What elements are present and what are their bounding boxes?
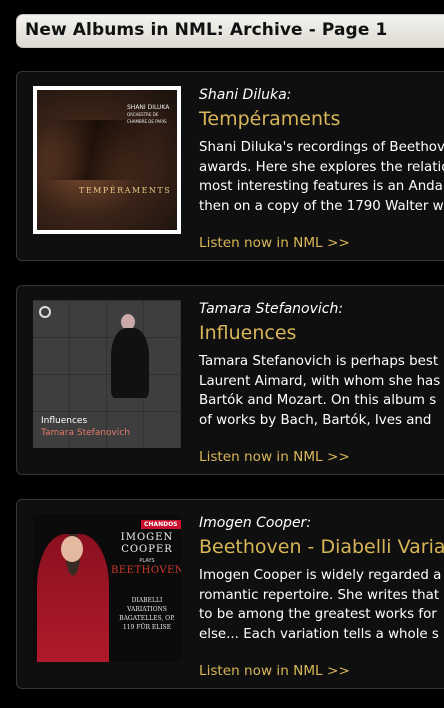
album-cover[interactable]: SHANI DILUKA ORCHESTRE DE CHAMBRE DE PARI… (33, 86, 181, 234)
album-artist: Shani Diluka: (199, 87, 292, 103)
cover-art (37, 120, 177, 180)
album-title[interactable]: Influences (199, 322, 296, 344)
label-logo: CHANDOS (141, 520, 181, 529)
cover-album-title: TEMPÉRAMENTS (79, 186, 172, 195)
cover-artist-name: IMOGEN COOPER (120, 532, 174, 555)
album-card: Influences Tamara Stefanovich Tamara Ste… (16, 285, 444, 475)
description-line: of works by Bach, Bartók, Ives and (199, 412, 432, 428)
description-line: Tamara Stefanovich is perhaps best (199, 354, 439, 369)
cover-artist-name: Tamara Stefanovich (41, 428, 131, 438)
listen-now-link[interactable]: Listen now in NML >> (199, 663, 350, 679)
description-line: Laurent Aimard, with whom she has (199, 373, 441, 389)
album-title[interactable]: Tempéraments (199, 108, 340, 130)
album-description: Imogen Cooper is widely regarded a roman… (199, 566, 444, 644)
album-card: SHANI DILUKA ORCHESTRE DE CHAMBRE DE PARI… (16, 71, 444, 261)
description-line: Bartók and Mozart. On this album s (199, 393, 437, 408)
album-card: CHANDOS IMOGEN COOPER PLAYS BEETHOVEN DIA… (16, 499, 444, 689)
album-description: Tamara Stefanovich is perhaps best Laure… (199, 352, 444, 430)
page-title: New Albums in NML: Archive - Page 1 (25, 20, 388, 40)
description-line: to be among the greatest works for (199, 607, 437, 622)
description-line: romantic repertoire. She writes that (199, 587, 440, 603)
description-line: awards. Here she explores the relation (199, 159, 444, 175)
page-header: New Albums in NML: Archive - Page 1 (16, 14, 444, 48)
cover-plays: PLAYS (139, 558, 155, 564)
description-line: Shani Diluka's recordings of Beethoven (199, 140, 444, 155)
description-line: then on a copy of the 1790 Walter w (199, 198, 444, 214)
cover-album-title: Influences (41, 416, 88, 426)
album-artist: Tamara Stefanovich: (199, 301, 344, 317)
label-logo-icon (39, 306, 51, 318)
listen-now-link[interactable]: Listen now in NML >> (199, 235, 350, 251)
cover-works: DIABELLI VARIATIONS BAGATELLES, OP. 119 … (119, 597, 175, 631)
cover-figure-face (61, 536, 83, 562)
album-cover[interactable]: CHANDOS IMOGEN COOPER PLAYS BEETHOVEN DIA… (33, 514, 181, 662)
description-line: else... Each variation tells a whole s (199, 626, 439, 642)
album-description: Shani Diluka's recordings of Beethoven a… (199, 138, 444, 216)
cover-artist-name: SHANI DILUKA ORCHESTRE DE CHAMBRE DE PARI… (127, 104, 170, 124)
description-line: most interesting features is an Andante (199, 179, 444, 194)
listen-now-link[interactable]: Listen now in NML >> (199, 449, 350, 465)
description-line: Imogen Cooper is widely regarded a (199, 568, 442, 583)
album-title[interactable]: Beethoven - Diabelli Variat (199, 536, 444, 558)
cover-figure (111, 328, 149, 398)
album-cover[interactable]: Influences Tamara Stefanovich (33, 300, 181, 448)
album-artist: Imogen Cooper: (199, 515, 312, 531)
cover-composer: BEETHOVEN (111, 565, 181, 576)
